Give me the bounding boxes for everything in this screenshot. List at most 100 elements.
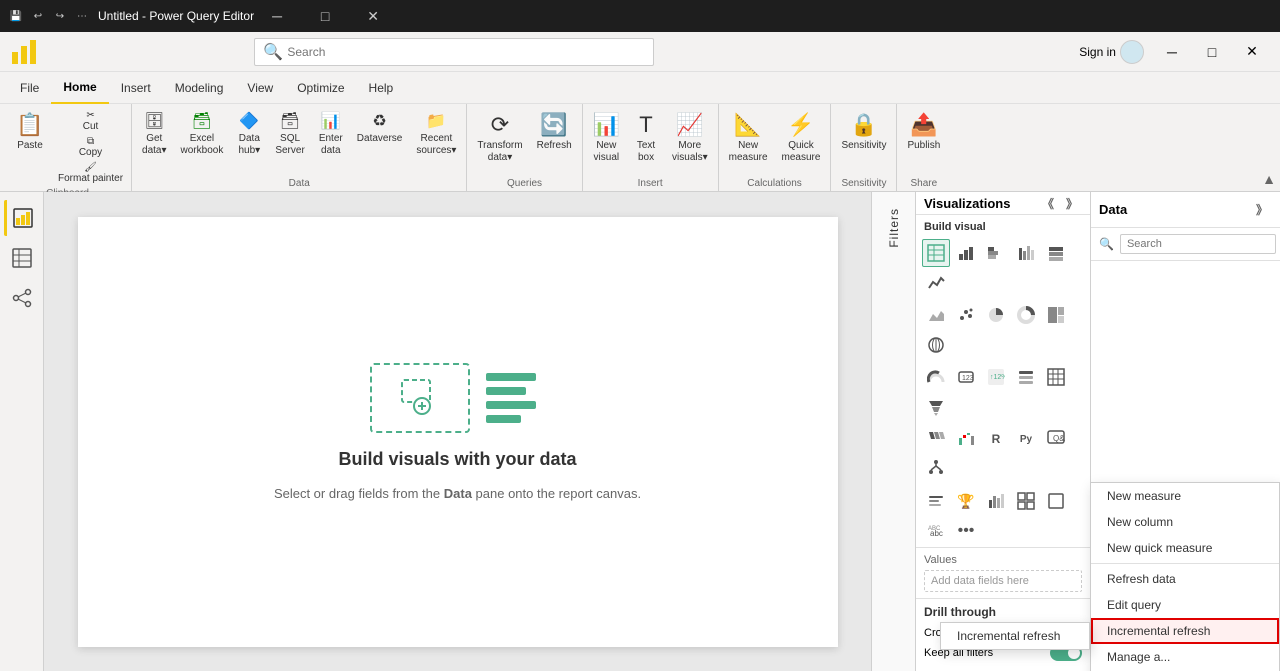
tab-view[interactable]: View (235, 72, 285, 104)
get-data-icon: 🗄 (144, 112, 164, 131)
viz-type-python[interactable]: Py (1012, 425, 1040, 453)
viz-type-matrix[interactable] (1042, 363, 1070, 391)
title-minimize-btn[interactable]: ─ (254, 0, 300, 32)
viz-collapse-icon[interactable]: 《 (1038, 193, 1058, 213)
get-data-btn[interactable]: 🗄 Getdata▾ (136, 108, 172, 161)
tab-file[interactable]: File (8, 72, 51, 104)
title-maximize-btn[interactable]: □ (302, 0, 348, 32)
context-new-column[interactable]: New column (1091, 509, 1279, 535)
quick-measure-btn[interactable]: ⚡ Quickmeasure (776, 108, 827, 168)
transform-data-btn[interactable]: ⟳ Transformdata▾ (471, 108, 528, 168)
tab-home[interactable]: Home (51, 72, 108, 104)
tab-help[interactable]: Help (357, 72, 406, 104)
viz-type-area[interactable] (922, 301, 950, 329)
viz-type-more[interactable]: ••• (952, 517, 980, 545)
viz-type-ribbon[interactable] (922, 425, 950, 453)
paste-btn[interactable]: 📋 Paste (8, 108, 52, 156)
context-refresh-data[interactable]: Refresh data (1091, 566, 1279, 592)
context-menu: New measure New column New quick measure… (1090, 482, 1280, 671)
title-close-btn[interactable]: ✕ (350, 0, 396, 32)
more-visuals-btn[interactable]: 📈 Morevisuals▾ (666, 108, 714, 168)
viz-type-stacked-bar[interactable] (982, 239, 1010, 267)
viz-type-grid[interactable] (1012, 487, 1040, 515)
viz-type-treemap[interactable] (1042, 301, 1070, 329)
viz-expand-icon[interactable]: 》 (1062, 193, 1082, 213)
data-hub-icon: 🔷 (239, 112, 259, 131)
add-data-fields[interactable]: Add data fields here (924, 570, 1082, 592)
viz-type-card[interactable]: 123 (952, 363, 980, 391)
context-new-measure[interactable]: New measure (1091, 483, 1279, 509)
maximize-btn[interactable]: □ (1192, 37, 1232, 67)
context-new-quick-measure[interactable]: New quick measure (1091, 535, 1279, 561)
viz-type-clustered-bar[interactable] (1012, 239, 1040, 267)
sign-in-button[interactable]: Sign in (1079, 40, 1144, 64)
viz-type-smart-narrative[interactable] (922, 487, 950, 515)
drag-placeholder (370, 363, 470, 433)
copy-btn[interactable]: ⧉ Copy (54, 134, 127, 160)
viz-type-map[interactable] (922, 331, 950, 359)
context-edit-query[interactable]: Edit query (1091, 592, 1279, 618)
viz-type-table[interactable] (922, 239, 950, 267)
viz-type-qna[interactable]: Q&A (1042, 425, 1070, 453)
report-view-icon[interactable] (4, 200, 40, 236)
model-view-icon[interactable] (4, 280, 40, 316)
format-painter-btn[interactable]: 🖌 Format painter (54, 160, 127, 186)
tab-modeling[interactable]: Modeling (163, 72, 236, 104)
viz-type-bar-chart[interactable] (952, 239, 980, 267)
excel-workbook-btn[interactable]: 🗃 Excelworkbook (175, 108, 230, 161)
ribbon-tabs: File Home Insert Modeling View Optimize … (0, 72, 1280, 104)
recent-sources-btn[interactable]: 📁 Recentsources▾ (410, 108, 462, 161)
viz-type-waterfall[interactable] (952, 425, 980, 453)
viz-type-gauge[interactable] (922, 363, 950, 391)
title-bar-undo-icon[interactable]: ↩ (30, 8, 46, 24)
viz-type-pie[interactable] (982, 301, 1010, 329)
viz-type-slicer[interactable] (1012, 363, 1040, 391)
title-bar-redo-icon[interactable]: ↪ (52, 8, 68, 24)
cut-icon: ✂ (86, 110, 94, 121)
canvas-area: Build visuals with your data Select or d… (44, 192, 871, 671)
tab-insert[interactable]: Insert (109, 72, 163, 104)
build-visual-label: Build visual (916, 215, 1090, 237)
new-visual-btn[interactable]: 📊 Newvisual (587, 108, 626, 168)
data-search-input[interactable] (1120, 234, 1276, 254)
viz-type-r[interactable]: R (982, 425, 1010, 453)
viz-type-decomp[interactable] (922, 455, 950, 483)
viz-type-100pct-bar[interactable] (1042, 239, 1070, 267)
context-divider-1 (1091, 563, 1279, 564)
viz-type-donut[interactable] (1012, 301, 1040, 329)
app-search-bar[interactable]: 🔍 (254, 38, 654, 66)
close-btn[interactable]: ✕ (1232, 37, 1272, 67)
data-panel-expand-icon[interactable]: 》 (1252, 200, 1272, 220)
viz-type-wordcloud[interactable]: ABCabc (922, 517, 950, 545)
viz-type-row-3: 123 ↑12% (916, 361, 1090, 423)
minimize-btn[interactable]: ─ (1152, 37, 1192, 67)
submenu-incremental-refresh[interactable]: Incremental refresh (941, 623, 1089, 649)
enter-data-btn[interactable]: 📊 Enterdata (313, 108, 349, 161)
data-hub-btn[interactable]: 🔷 Datahub▾ (231, 108, 267, 161)
new-measure-ribbon-btn[interactable]: 📐 Newmeasure (723, 108, 774, 168)
data-search-bar: 🔍 (1091, 228, 1280, 261)
viz-type-scatter[interactable] (952, 301, 980, 329)
viz-type-line[interactable] (922, 269, 950, 297)
cut-btn[interactable]: ✂ Cut (54, 108, 127, 134)
sql-server-btn[interactable]: 🗃 SQLServer (269, 108, 310, 161)
viz-type-funnel[interactable] (922, 393, 950, 421)
data-group: 🗄 Getdata▾ 🗃 Excelworkbook 🔷 Datahub▾ 🗃 … (132, 104, 467, 191)
text-box-btn[interactable]: T Textbox (628, 108, 664, 168)
search-input[interactable] (287, 45, 645, 59)
refresh-btn[interactable]: 🔄 Refresh (531, 108, 578, 156)
title-bar-save-icon[interactable]: 💾 (8, 8, 24, 24)
sensitivity-btn[interactable]: 🔒 Sensitivity (835, 108, 892, 156)
ribbon-collapse-btn[interactable]: ▲ (1262, 171, 1276, 187)
context-incremental-refresh[interactable]: Incremental refresh (1091, 618, 1279, 644)
dataverse-btn[interactable]: ♻ Dataverse (351, 108, 409, 149)
viz-type-trophy[interactable]: 🏆 (952, 487, 980, 515)
context-manage[interactable]: Manage a... (1091, 644, 1279, 670)
data-view-icon[interactable] (4, 240, 40, 276)
viz-type-shapes[interactable] (1042, 487, 1070, 515)
viz-type-kpi[interactable]: ↑12% (982, 363, 1010, 391)
viz-type-clustered-col[interactable] (982, 487, 1010, 515)
publish-btn[interactable]: 📤 Publish (901, 108, 946, 156)
tab-optimize[interactable]: Optimize (285, 72, 356, 104)
title-bar-menu-icon[interactable]: ⋯ (74, 8, 90, 24)
